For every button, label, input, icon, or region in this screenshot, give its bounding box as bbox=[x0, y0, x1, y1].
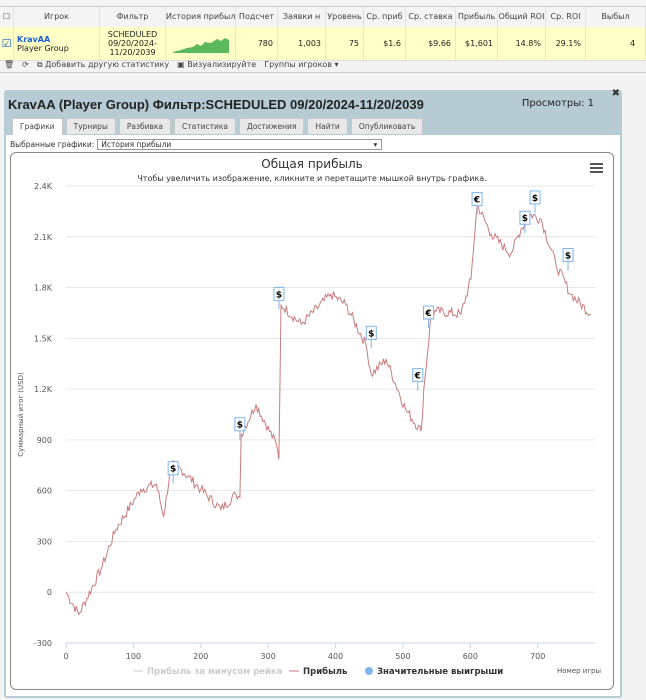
y-tick-label: 0 bbox=[47, 588, 52, 597]
y-tick-label: 600 bbox=[37, 487, 52, 496]
profit-sparkline bbox=[166, 27, 236, 60]
panel-tabs: Графики Турниры Разбивка Статистика Дост… bbox=[12, 118, 424, 135]
avg-profit-cell: $1.6 bbox=[364, 27, 406, 60]
col-count[interactable]: Подсчет bbox=[236, 7, 278, 27]
col-history[interactable]: История прибыл bbox=[166, 7, 236, 27]
x-tick-label: 200 bbox=[193, 652, 208, 661]
col-total-roi[interactable]: Общий ROI bbox=[498, 7, 546, 27]
x-tick-label: 300 bbox=[261, 652, 276, 661]
big-win-symbol: € bbox=[473, 196, 480, 206]
big-win-symbol: $ bbox=[565, 251, 571, 261]
out-cell: 4 bbox=[586, 27, 646, 60]
legend-item-bigwins: Значительные выигрыши bbox=[377, 667, 503, 677]
add-stat-button[interactable]: ⧉ Добавить другую статистику bbox=[37, 60, 169, 70]
level-cell: 75 bbox=[326, 27, 364, 60]
views-count: Просмотры: 1 bbox=[521, 98, 594, 109]
tab-achievements[interactable]: Достижения bbox=[238, 118, 305, 134]
col-entries[interactable]: Заявки н bbox=[278, 7, 326, 27]
y-axis-title: Суммарный итог (USD) bbox=[17, 372, 25, 457]
player-group: Player Group bbox=[17, 43, 69, 53]
tab-find[interactable]: Найти bbox=[307, 118, 348, 134]
col-profit[interactable]: Прибыль bbox=[456, 7, 498, 27]
tab-charts[interactable]: Графики bbox=[12, 118, 63, 135]
tab-tournaments[interactable]: Турниры bbox=[65, 118, 116, 134]
chart-subtitle: Чтобы увеличить изображение, кликните и … bbox=[137, 174, 486, 183]
y-tick-label: 1.5K bbox=[34, 334, 53, 343]
x-tick-label: 500 bbox=[395, 652, 410, 661]
groups-label: Группы игроков bbox=[264, 60, 333, 69]
count-cell: 780 bbox=[236, 27, 278, 60]
grid-header: ☐ Игрок Фильтр История прибыл Подсчет За… bbox=[0, 7, 646, 27]
y-tick-label: 2.1K bbox=[34, 233, 53, 242]
filter-cell: SCHEDULED 09/20/2024- 11/20/2039 bbox=[100, 27, 166, 60]
panel-title: KravAA (Player Group) Фильтр:SCHEDULED 0… bbox=[8, 97, 424, 112]
tab-statistics[interactable]: Статистика bbox=[174, 118, 236, 134]
chart-title: Общая прибыль bbox=[261, 157, 362, 171]
big-win-symbol: € bbox=[414, 372, 421, 382]
big-win-symbol: $ bbox=[368, 329, 374, 339]
legend-bigwin-marker bbox=[365, 667, 373, 675]
chevron-down-icon: ▾ bbox=[373, 140, 378, 149]
x-tick-label: 600 bbox=[463, 652, 478, 661]
visualize-button[interactable]: ▣ Визуализируйте bbox=[177, 60, 256, 69]
col-avg-stake[interactable]: Ср. ставка bbox=[406, 7, 456, 27]
trash-icon[interactable]: 🗑 bbox=[4, 60, 14, 69]
big-win-symbol: $ bbox=[532, 194, 538, 204]
big-win-symbol: € bbox=[424, 309, 431, 319]
y-tick-label: 900 bbox=[37, 436, 52, 445]
close-icon[interactable]: ✖ bbox=[612, 88, 620, 99]
total-roi-cell: 14.8% bbox=[498, 27, 546, 60]
avg-stake-cell: $9.66 bbox=[406, 27, 456, 60]
profit-line bbox=[65, 203, 592, 616]
x-tick-label: 700 bbox=[530, 652, 545, 661]
menu-icon[interactable] bbox=[590, 163, 603, 173]
col-avg-profit[interactable]: Ср. приб bbox=[364, 7, 406, 27]
y-tick-label: 300 bbox=[37, 537, 52, 546]
profit-cell: $1,601 bbox=[456, 27, 498, 60]
player-groups-dropdown[interactable]: Группы игроков ▾ bbox=[264, 60, 338, 69]
select-all-checkbox[interactable]: ☐ bbox=[0, 7, 14, 27]
x-tick-label: 400 bbox=[328, 652, 343, 661]
grid-toolbar: 🗑 ⟳ ⧉ Добавить другую статистику ▣ Визуа… bbox=[0, 57, 646, 73]
selected-charts-label: Выбранные графики: bbox=[10, 140, 95, 149]
big-win-symbol: $ bbox=[237, 421, 243, 431]
x-tick-label: 0 bbox=[63, 652, 68, 661]
col-avg-roi[interactable]: Ср. ROI bbox=[546, 7, 586, 27]
player-link[interactable]: KravAA bbox=[17, 35, 50, 44]
chart-select[interactable]: История прибыли ▾ bbox=[97, 139, 383, 150]
y-tick-label: 1.2K bbox=[34, 385, 53, 394]
legend-item-profit: Прибыль bbox=[303, 666, 347, 677]
refresh-icon[interactable]: ⟳ bbox=[22, 60, 29, 69]
add-stat-label: Добавить другую статистику bbox=[45, 59, 170, 69]
tab-breakdown[interactable]: Разбивка bbox=[118, 118, 172, 134]
row-checkbox[interactable]: ☑ bbox=[0, 27, 14, 60]
avg-roi-cell: 29.1% bbox=[546, 27, 586, 60]
visualize-label: Визуализируйте bbox=[187, 60, 257, 69]
col-out[interactable]: Выбыл bbox=[586, 7, 646, 27]
tab-publish[interactable]: Опубликовать bbox=[350, 118, 424, 134]
big-win-symbol: $ bbox=[170, 465, 176, 475]
player-panel: KravAA (Player Group) Фильтр:SCHEDULED 0… bbox=[4, 88, 622, 698]
entries-cell: 1,003 bbox=[278, 27, 326, 60]
x-tick-label: 100 bbox=[126, 652, 141, 661]
y-tick-label: -300 bbox=[34, 639, 52, 648]
profit-chart[interactable]: Общая прибыль Чтобы увеличить изображение… bbox=[10, 152, 614, 690]
big-win-symbol: $ bbox=[276, 290, 282, 300]
x-axis-title: Номер игры bbox=[557, 667, 601, 675]
y-tick-label: 1.8K bbox=[34, 284, 53, 293]
stats-grid: ☐ Игрок Фильтр История прибыл Подсчет За… bbox=[0, 6, 646, 61]
col-player[interactable]: Игрок bbox=[14, 7, 100, 27]
table-row[interactable]: ☑ KravAA Player Group SCHEDULED 09/20/20… bbox=[0, 27, 646, 61]
legend-item-rake: Прибыль за минусом рейка bbox=[147, 666, 283, 677]
panel-body: Выбранные графики: История прибыли ▾ Обща… bbox=[6, 135, 620, 696]
big-win-symbol: $ bbox=[522, 214, 528, 224]
col-filter[interactable]: Фильтр bbox=[100, 7, 166, 27]
y-tick-label: 2.4K bbox=[34, 182, 53, 191]
col-level[interactable]: Уровень bbox=[326, 7, 364, 27]
chart-select-value: История прибыли bbox=[101, 140, 172, 149]
